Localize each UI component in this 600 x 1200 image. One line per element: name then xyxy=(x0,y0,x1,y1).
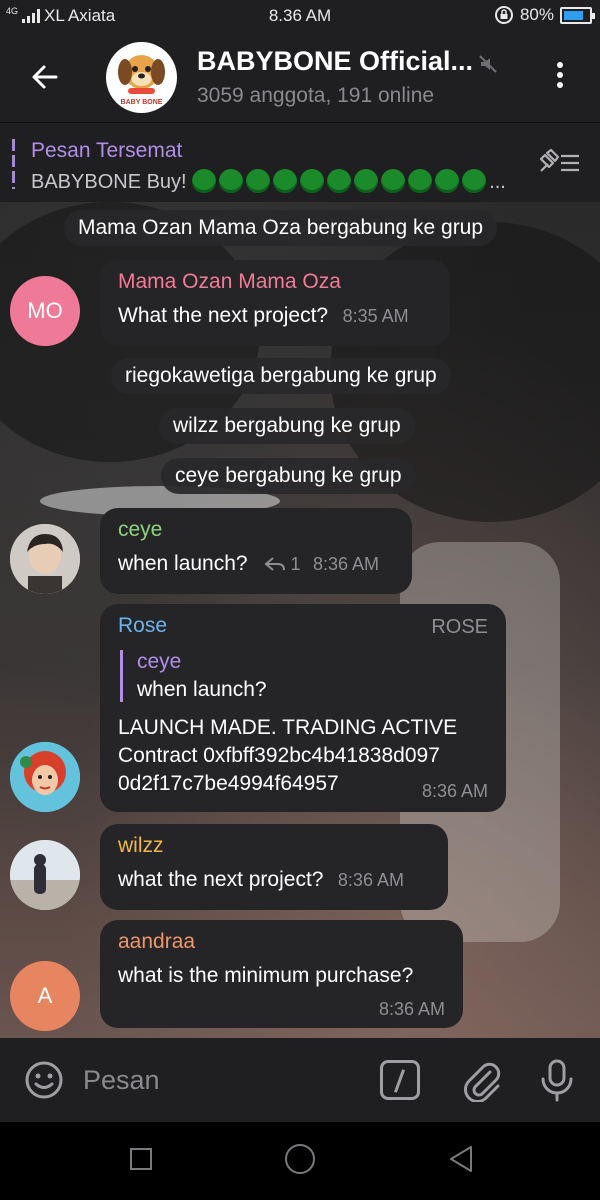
message-time: 8:36 AM xyxy=(312,554,380,574)
reply-count[interactable]: 1 xyxy=(291,554,301,574)
system-message: wilzz bergabung ke grup xyxy=(159,408,415,444)
avatar[interactable] xyxy=(10,840,80,910)
green-circle-emoji xyxy=(300,169,325,193)
rotation-lock-icon xyxy=(494,6,513,24)
sender-name[interactable]: Mama Ozan Mama Oza xyxy=(118,270,432,294)
avatar[interactable]: MO xyxy=(10,276,80,346)
status-bar: 4G XL Axiata 8.36 AM 80% xyxy=(0,0,600,32)
reply-text: when launch? xyxy=(137,678,267,701)
green-circle-emoji xyxy=(354,169,379,193)
message-text: what is the minimum purchase? xyxy=(118,964,414,987)
reply-quote[interactable]: ceye when launch? xyxy=(120,650,488,702)
group-title[interactable]: BABYBONE Official... xyxy=(197,46,473,77)
system-message: riegokawetiga bergabung ke grup xyxy=(111,358,451,394)
recents-button[interactable] xyxy=(130,1148,152,1170)
message-bubble[interactable]: Mama Ozan Mama Oza What the next project… xyxy=(100,260,450,346)
message-text-line: LAUNCH MADE. TRADING ACTIVE xyxy=(118,716,458,739)
chat-area[interactable]: Mama Ozan Mama Oza bergabung ke grup MO … xyxy=(0,202,600,1038)
group-members: 3059 anggota, 191 online xyxy=(197,84,435,107)
pinned-dots xyxy=(192,169,489,193)
pinned-text-label: BABYBONE Buy! xyxy=(31,171,187,193)
reply-icon xyxy=(264,557,286,571)
green-circle-emoji xyxy=(435,169,460,193)
green-circle-emoji xyxy=(192,169,217,193)
status-right: 80% xyxy=(494,5,595,25)
more-vertical-icon[interactable] xyxy=(548,60,572,94)
green-circle-emoji xyxy=(381,169,406,193)
dog-logo-icon: BABY BONE xyxy=(118,55,165,106)
green-circle-emoji xyxy=(462,169,487,193)
admin-badge: ROSE xyxy=(431,616,488,638)
pinned-bar xyxy=(12,139,15,189)
message-bubble[interactable]: Rose ROSE ceye when launch? LAUNCH MADE.… xyxy=(100,604,506,812)
battery-percent: 80% xyxy=(519,5,554,24)
avatar[interactable]: A xyxy=(10,961,80,1031)
emoji-icon[interactable] xyxy=(24,1060,64,1100)
sender-name[interactable]: ceye xyxy=(118,518,394,542)
mute-icon xyxy=(479,55,497,73)
green-circle-emoji xyxy=(246,169,271,193)
message-text: what the next project? xyxy=(118,868,324,891)
avatar[interactable] xyxy=(10,524,80,594)
home-button[interactable] xyxy=(285,1144,315,1174)
message-time: 8:35 AM xyxy=(342,306,409,326)
pinned-title: Pesan Tersemat xyxy=(31,139,183,162)
message-input[interactable]: Pesan xyxy=(83,1065,160,1096)
avatar[interactable] xyxy=(10,742,80,812)
system-navbar xyxy=(0,1122,600,1200)
user-photo-icon xyxy=(10,524,80,594)
message-text: What the next project? xyxy=(118,304,329,327)
microphone-icon[interactable] xyxy=(537,1058,577,1102)
pinned-ellipsis: ... xyxy=(489,171,506,193)
user-cartoon-icon xyxy=(10,742,80,812)
sender-name[interactable]: wilzz xyxy=(118,834,430,858)
system-message: ceye bergabung ke grup xyxy=(161,458,416,494)
message-time: 8:36 AM xyxy=(378,999,445,1019)
green-circle-emoji xyxy=(219,169,244,193)
bot-command-icon[interactable] xyxy=(380,1060,420,1100)
battery-icon xyxy=(560,6,595,24)
pinned-message[interactable]: Pesan Tersemat BABYBONE Buy! ... xyxy=(0,122,600,202)
message-text: when launch? xyxy=(118,552,248,575)
back-button[interactable] xyxy=(447,1144,475,1174)
green-circle-emoji xyxy=(327,169,352,193)
sender-name[interactable]: aandraa xyxy=(118,930,445,954)
group-avatar-text: BABY BONE xyxy=(121,99,163,106)
message-text-line: Contract 0xfbff392bc4b41838d097 xyxy=(118,744,440,767)
paperclip-icon[interactable] xyxy=(460,1058,502,1102)
message-bubble[interactable]: wilzz what the next project? 8:36 AM xyxy=(100,824,448,910)
sender-name[interactable]: Rose xyxy=(118,614,167,638)
reply-sender: ceye xyxy=(137,650,182,673)
group-avatar[interactable]: BABY BONE xyxy=(106,42,177,113)
user-photo-icon xyxy=(10,840,80,910)
arrow-left-icon[interactable] xyxy=(30,62,60,92)
system-message: Mama Ozan Mama Oza bergabung ke grup xyxy=(64,210,498,246)
message-bubble[interactable]: ceye when launch? 1 8:36 AM xyxy=(100,508,412,594)
battery-fill xyxy=(564,10,584,20)
message-input-bar: Pesan xyxy=(0,1038,600,1122)
chat-header: BABY BONE BABYBONE Official... 3059 angg… xyxy=(0,32,600,122)
green-circle-emoji xyxy=(408,169,433,193)
pinned-text: BABYBONE Buy! ... xyxy=(31,169,506,194)
green-circle-emoji xyxy=(273,169,298,193)
message-time: 8:36 AM xyxy=(421,781,488,801)
pin-list-icon[interactable] xyxy=(535,147,581,179)
message-time: 8:36 AM xyxy=(337,870,404,890)
message-bubble[interactable]: aandraa what is the minimum purchase? 8:… xyxy=(100,920,463,1028)
